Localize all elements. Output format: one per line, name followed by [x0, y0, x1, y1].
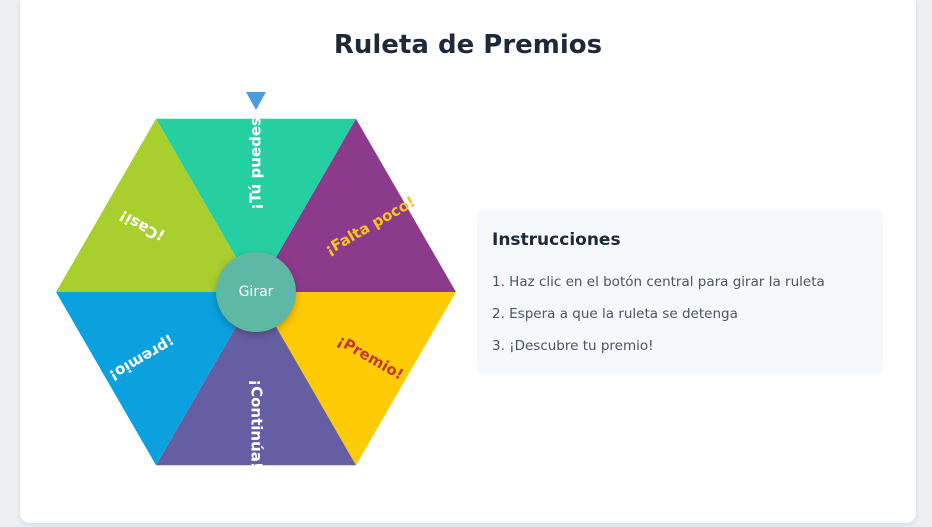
instructions-list: 1. Haz clic en el botón central para gir…: [492, 272, 825, 368]
instructions-heading: Instrucciones: [492, 230, 621, 250]
wheel-segment-label: ¡Continúa!: [248, 379, 266, 468]
instruction-step: 3. ¡Descubre tu premio!: [492, 338, 654, 354]
page-title: Ruleta de Premios: [333, 30, 603, 60]
wheel-pointer-icon: [246, 92, 266, 110]
spin-button[interactable]: Girar: [216, 252, 296, 332]
instruction-step: 2. Espera a que la ruleta se detenga: [492, 306, 738, 322]
roulette-card: Ruleta de Premios ¡Tú puedes! ¡Falta poco…: [20, 0, 916, 523]
instruction-step: 1. Haz clic en el botón central para gir…: [492, 274, 825, 290]
wheel-segment-label: ¡Tú puedes!: [247, 110, 265, 210]
instructions-panel: Instrucciones 1. Haz clic en el botón ce…: [477, 210, 883, 374]
prize-wheel[interactable]: ¡Tú puedes! ¡Falta poco! ¡Premio! ¡Continúa…: [56, 92, 456, 492]
